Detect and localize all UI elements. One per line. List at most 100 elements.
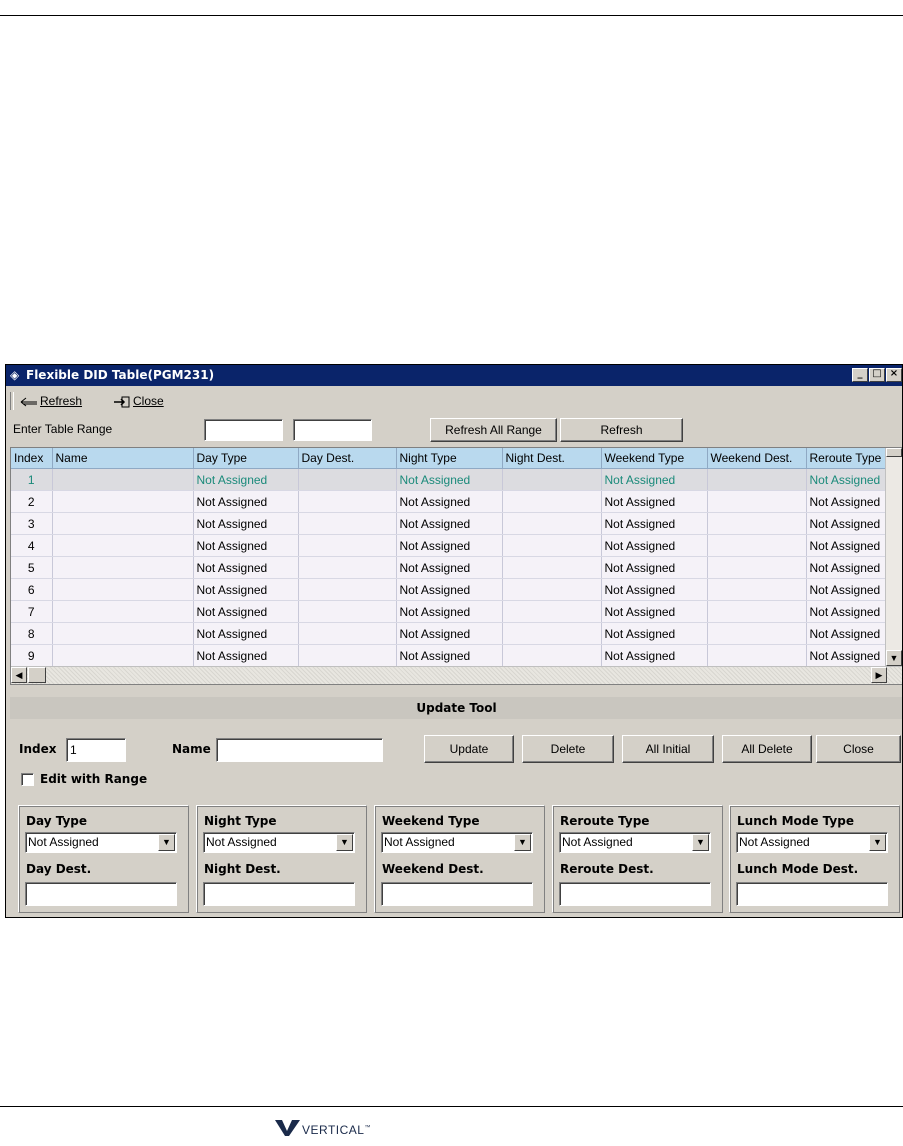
cell-night-type[interactable]: Not Assigned [396,644,503,667]
cell-night-type[interactable]: Not Assigned [396,600,503,623]
cell-index[interactable]: 3 [11,512,53,535]
cell-reroute-type[interactable]: Not Assigned [806,578,897,601]
name-input[interactable] [216,738,383,762]
cell-index[interactable]: 8 [11,622,53,645]
cell-day-dest[interactable] [298,556,397,579]
cell-weekend-type[interactable]: Not Assigned [601,578,708,601]
cell-night-dest[interactable] [502,512,602,535]
cell-night-type[interactable]: Not Assigned [396,622,503,645]
chevron-down-icon[interactable]: ▼ [692,834,709,851]
lunch-mode-dest-input[interactable] [736,882,888,906]
cell-weekend-dest[interactable] [707,644,807,667]
table-row[interactable]: 9 Not Assigned Not Assigned Not Assigned Not… [11,644,897,667]
cell-reroute-type[interactable]: Not Assigned [806,468,897,491]
table-row[interactable]: 3 Not Assigned Not Assigned Not Assigned Not… [11,512,897,535]
cell-weekend-type[interactable]: Not Assigned [601,468,708,491]
cell-weekend-dest[interactable] [707,556,807,579]
cell-name[interactable] [52,468,194,491]
maximize-button[interactable]: □ [869,368,885,382]
cell-day-type[interactable]: Not Assigned [193,578,299,601]
close-toolbar-button[interactable]: Close [113,392,164,410]
cell-weekend-type[interactable]: Not Assigned [601,512,708,535]
vertical-scrollbar[interactable]: ▼ [885,448,902,666]
cell-weekend-type[interactable]: Not Assigned [601,490,708,513]
lunch-mode-type-select[interactable]: Not Assigned ▼ [736,832,888,853]
cell-night-dest[interactable] [502,556,602,579]
cell-day-type[interactable]: Not Assigned [193,534,299,557]
cell-weekend-dest[interactable] [707,512,807,535]
col-header-night-type[interactable]: Night Type [396,448,503,469]
index-input[interactable] [66,738,126,762]
update-button[interactable]: Update [424,735,514,763]
cell-weekend-type[interactable]: Not Assigned [601,600,708,623]
reroute-type-select[interactable]: Not Assigned ▼ [559,832,711,853]
cell-index[interactable]: 1 [11,468,53,491]
cell-name[interactable] [52,600,194,623]
cell-name[interactable] [52,578,194,601]
col-header-name[interactable]: Name [52,448,194,469]
cell-day-dest[interactable] [298,490,397,513]
cell-day-type[interactable]: Not Assigned [193,468,299,491]
cell-name[interactable] [52,534,194,557]
cell-index[interactable]: 2 [11,490,53,513]
edit-with-range-checkbox[interactable] [21,773,34,786]
cell-name[interactable] [52,512,194,535]
cell-index[interactable]: 4 [11,534,53,557]
range-to-input[interactable] [293,419,372,441]
cell-day-dest[interactable] [298,578,397,601]
cell-weekend-dest[interactable] [707,578,807,601]
cell-weekend-dest[interactable] [707,490,807,513]
cell-index[interactable]: 9 [11,644,53,667]
cell-weekend-type[interactable]: Not Assigned [601,644,708,667]
day-type-select[interactable]: Not Assigned ▼ [25,832,177,853]
cell-weekend-dest[interactable] [707,534,807,557]
cell-reroute-type[interactable]: Not Assigned [806,512,897,535]
cell-day-type[interactable]: Not Assigned [193,644,299,667]
cell-day-type[interactable]: Not Assigned [193,600,299,623]
cell-day-dest[interactable] [298,622,397,645]
cell-reroute-type[interactable]: Not Assigned [806,622,897,645]
col-header-weekend-type[interactable]: Weekend Type [601,448,708,469]
scroll-left-button[interactable]: ◀ [11,667,27,683]
weekend-type-select[interactable]: Not Assigned ▼ [381,832,533,853]
col-header-weekend-dest[interactable]: Weekend Dest. [707,448,807,469]
cell-night-dest[interactable] [502,644,602,667]
scroll-right-button[interactable]: ▶ [871,667,887,683]
cell-night-type[interactable]: Not Assigned [396,512,503,535]
close-window-button[interactable]: × [886,368,902,382]
cell-night-dest[interactable] [502,468,602,491]
cell-night-dest[interactable] [502,534,602,557]
table-row[interactable]: 1 Not Assigned Not Assigned Not Assigned Not… [11,468,897,491]
chevron-down-icon[interactable]: ▼ [158,834,175,851]
cell-night-dest[interactable] [502,490,602,513]
cell-day-dest[interactable] [298,644,397,667]
cell-weekend-type[interactable]: Not Assigned [601,622,708,645]
cell-day-dest[interactable] [298,534,397,557]
cell-reroute-type[interactable]: Not Assigned [806,534,897,557]
table-row[interactable]: 7 Not Assigned Not Assigned Not Assigned Not… [11,600,897,623]
scroll-down-button[interactable]: ▼ [886,650,902,666]
cell-day-dest[interactable] [298,600,397,623]
cell-reroute-type[interactable]: Not Assigned [806,490,897,513]
cell-day-dest[interactable] [298,512,397,535]
refresh-range-button[interactable]: Refresh [560,418,683,442]
reroute-dest-input[interactable] [559,882,711,906]
refresh-all-range-button[interactable]: Refresh All Range [430,418,557,442]
day-dest-input[interactable] [25,882,177,906]
cell-reroute-type[interactable]: Not Assigned [806,644,897,667]
night-dest-input[interactable] [203,882,355,906]
cell-index[interactable]: 6 [11,578,53,601]
horizontal-scrollbar[interactable]: ◀ ▶ [11,666,902,684]
cell-weekend-type[interactable]: Not Assigned [601,534,708,557]
cell-night-dest[interactable] [502,600,602,623]
cell-day-type[interactable]: Not Assigned [193,490,299,513]
cell-day-dest[interactable] [298,468,397,491]
refresh-toolbar-button[interactable]: Refresh [20,392,82,410]
range-from-input[interactable] [204,419,283,441]
table-row[interactable]: 6 Not Assigned Not Assigned Not Assigned Not… [11,578,897,601]
col-header-index[interactable]: Index [11,448,53,469]
cell-day-type[interactable]: Not Assigned [193,622,299,645]
weekend-dest-input[interactable] [381,882,533,906]
delete-button[interactable]: Delete [522,735,614,763]
cell-weekend-dest[interactable] [707,600,807,623]
